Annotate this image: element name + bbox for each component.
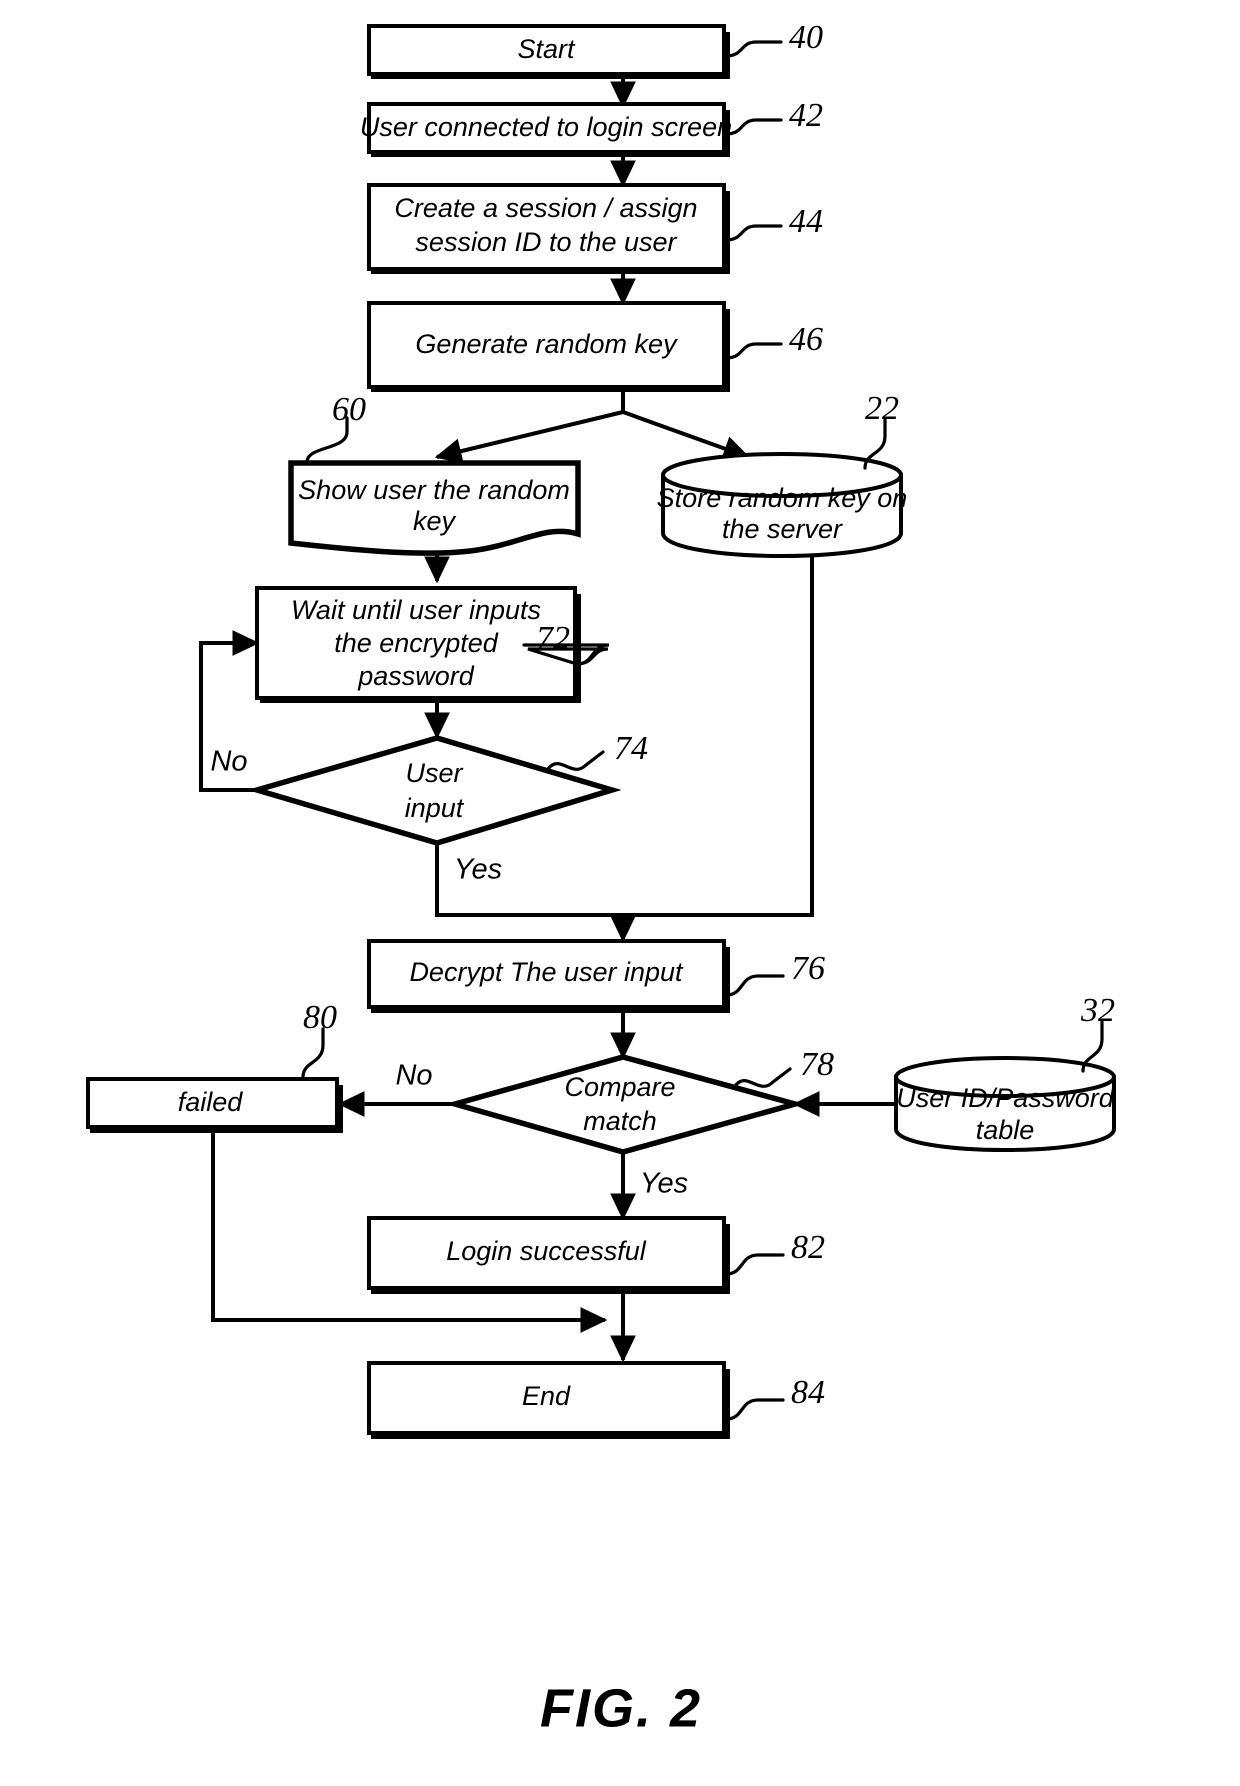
ref-number-76: 76 [791, 950, 825, 987]
leader-line-84 [724, 1398, 785, 1421]
leader-line-82 [724, 1253, 785, 1276]
node-user-password-table-label-line1: User ID/Password [896, 1083, 1115, 1113]
node-wait-input: Wait until user inputs the encrypted pas… [255, 586, 610, 703]
leader-line-46 [724, 342, 783, 360]
node-compare-decision: Compare match 78 No Yes [395, 1046, 834, 1200]
node-user-input-label-line1: User [405, 758, 463, 788]
node-start-label: Start [517, 34, 576, 64]
ref-number-40: 40 [789, 19, 823, 56]
node-failed: failed 80 [86, 999, 343, 1133]
node-store-key-label-line2: the server [722, 514, 843, 544]
branch-label-yes-user-input: Yes [454, 854, 502, 886]
node-failed-label: failed [178, 1087, 244, 1117]
node-user-connected: User connected to login screen 42 [360, 97, 823, 157]
leader-line-76 [724, 974, 785, 997]
patent-figure: Start 40 User connected to login screen … [0, 0, 1240, 1786]
node-generate-key-label: Generate random key [415, 329, 678, 359]
node-show-key-label-line1: Show user the random [298, 475, 570, 505]
branch-label-yes-compare: Yes [640, 1168, 688, 1200]
node-store-key: Store random key on the server 22 [657, 390, 908, 559]
node-user-input-decision: User input 74 No Yes [210, 730, 648, 886]
ref-number-80: 80 [303, 999, 337, 1036]
node-end: End 84 [367, 1361, 825, 1439]
leader-line-42 [724, 118, 783, 136]
node-create-session-label-line1: Create a session / assign [394, 193, 697, 223]
node-compare-label-line2: match [583, 1106, 657, 1136]
node-wait-input-label-line2: the encrypted [334, 628, 499, 658]
node-wait-input-label-line3: password [357, 661, 475, 691]
node-user-input-label-line2: input [405, 793, 465, 823]
node-user-password-table: User ID/Password table 32 [894, 992, 1116, 1153]
node-create-session-label-line2: session ID to the user [415, 227, 677, 257]
ref-number-22: 22 [865, 390, 899, 427]
branch-label-no-user-input: No [210, 746, 247, 778]
node-login-successful: Login successful 82 [367, 1216, 825, 1294]
node-create-session: Create a session / assign session ID to … [367, 183, 823, 274]
node-wait-input-label-line1: Wait until user inputs [291, 595, 541, 625]
leader-line-80 [301, 1027, 325, 1079]
node-show-key-label-line2: key [413, 506, 457, 536]
ref-number-46: 46 [789, 321, 823, 358]
node-user-input-diamond [247, 735, 622, 846]
ref-number-44: 44 [789, 203, 823, 240]
figure-caption: FIG. 2 [540, 1678, 702, 1738]
node-end-label: End [522, 1381, 571, 1411]
node-login-successful-label: Login successful [446, 1236, 647, 1266]
ref-number-32: 32 [1080, 992, 1115, 1029]
ref-number-78: 78 [800, 1046, 834, 1083]
leader-line-44 [724, 224, 783, 242]
leader-line-40 [724, 40, 783, 58]
ref-number-74: 74 [614, 730, 648, 767]
node-decrypt-label: Decrypt The user input [409, 957, 684, 987]
ref-number-72: 72 [536, 620, 570, 657]
leader-line-74 [546, 750, 605, 771]
node-show-key: Show user the random key 60 [288, 391, 581, 556]
flowchart-diagram: Start 40 User connected to login screen … [86, 19, 1116, 1738]
connector-store-to-decrypt [623, 550, 814, 917]
node-store-key-label-line1: Store random key on [657, 483, 908, 513]
connector-genkey-to-store [622, 410, 751, 461]
ref-number-42: 42 [789, 97, 823, 134]
connector-genkey-to-show [434, 410, 624, 464]
node-decrypt: Decrypt The user input 76 [367, 939, 825, 1013]
node-generate-key: Generate random key 46 [367, 301, 823, 392]
node-start: Start 40 [367, 19, 823, 79]
branch-label-no-compare: No [395, 1060, 432, 1092]
node-user-connected-label: User connected to login screen [360, 112, 732, 142]
ref-number-60: 60 [332, 391, 366, 428]
node-compare-label-line1: Compare [564, 1072, 675, 1102]
leader-line-78 [733, 1067, 792, 1088]
ref-number-84: 84 [791, 1374, 825, 1411]
node-user-password-table-label-line2: table [976, 1115, 1035, 1145]
ref-number-82: 82 [791, 1229, 825, 1266]
